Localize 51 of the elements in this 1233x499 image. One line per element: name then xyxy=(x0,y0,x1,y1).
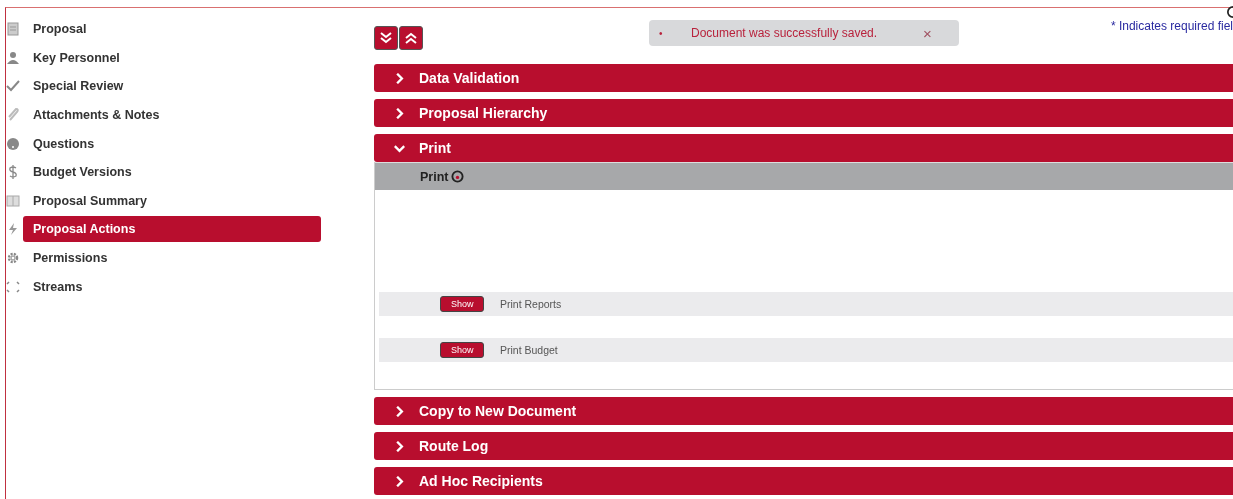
help-icon[interactable] xyxy=(451,170,465,183)
nav-item[interactable]: Special Review xyxy=(23,73,321,100)
nav-item[interactable]: Streams xyxy=(23,273,321,300)
section-title: Copy to New Document xyxy=(419,403,577,419)
nav-item[interactable]: Permissions xyxy=(23,245,321,272)
section-header[interactable]: Print xyxy=(374,134,1233,162)
row-label: Print Reports xyxy=(500,298,562,310)
close-button[interactable]: × xyxy=(923,24,932,42)
gear-icon xyxy=(6,251,20,266)
chevron-down-icon xyxy=(394,142,405,154)
section-header[interactable]: Proposal Hierarchy xyxy=(374,99,1233,127)
collapse-all-button[interactable] xyxy=(399,26,423,50)
person-icon xyxy=(6,50,20,65)
subheader-title: Print xyxy=(420,169,449,184)
section-title: Ad Hoc Recipients xyxy=(419,473,543,489)
checkmark-icon xyxy=(6,79,20,94)
section-title: Proposal Hierarchy xyxy=(419,105,548,121)
double-chevron-down-icon xyxy=(379,31,393,45)
chevron-right-icon xyxy=(394,72,405,84)
double-chevron-up-icon xyxy=(404,31,418,45)
section-header[interactable]: Route Log xyxy=(374,432,1233,460)
section-title: Print xyxy=(419,140,451,156)
dollar-icon xyxy=(6,165,20,180)
nav-item[interactable]: Budget Versions xyxy=(23,159,321,186)
row-label: Print Budget xyxy=(500,344,558,356)
section-title: Data Validation xyxy=(419,70,520,86)
required-note: * Indicates required fiel xyxy=(1110,19,1233,33)
show-button[interactable]: Show xyxy=(440,296,484,312)
chevron-right-icon xyxy=(394,475,405,487)
paperclip-icon xyxy=(6,108,20,123)
message-text: Document was successfully saved. xyxy=(691,26,879,40)
section-header[interactable]: Ad Hoc Recipients xyxy=(374,467,1233,495)
chevron-right-icon xyxy=(394,405,405,417)
section-title: Route Log xyxy=(419,438,489,454)
chevron-right-icon xyxy=(394,107,405,119)
nav-item[interactable]: Proposal Summary xyxy=(23,187,321,214)
section-header[interactable]: Data Validation xyxy=(374,64,1233,92)
nav-item[interactable]: Proposal xyxy=(23,16,321,43)
nav-item[interactable]: Key Personnel xyxy=(23,44,321,71)
question-icon xyxy=(6,136,20,151)
summary-icon xyxy=(6,193,20,208)
section-header[interactable]: Copy to New Document xyxy=(374,397,1233,425)
chevron-right-icon xyxy=(394,440,405,452)
document-icon xyxy=(6,22,20,37)
nav-item[interactable]: Questions xyxy=(23,130,321,157)
expand-icon xyxy=(6,279,20,294)
expand-all-button[interactable] xyxy=(374,26,398,50)
show-button[interactable]: Show xyxy=(440,342,484,358)
bullet-text: • xyxy=(659,27,664,39)
nav-item[interactable]: Proposal Actions xyxy=(23,216,321,243)
nav-item[interactable]: Attachments & Notes xyxy=(23,102,321,129)
